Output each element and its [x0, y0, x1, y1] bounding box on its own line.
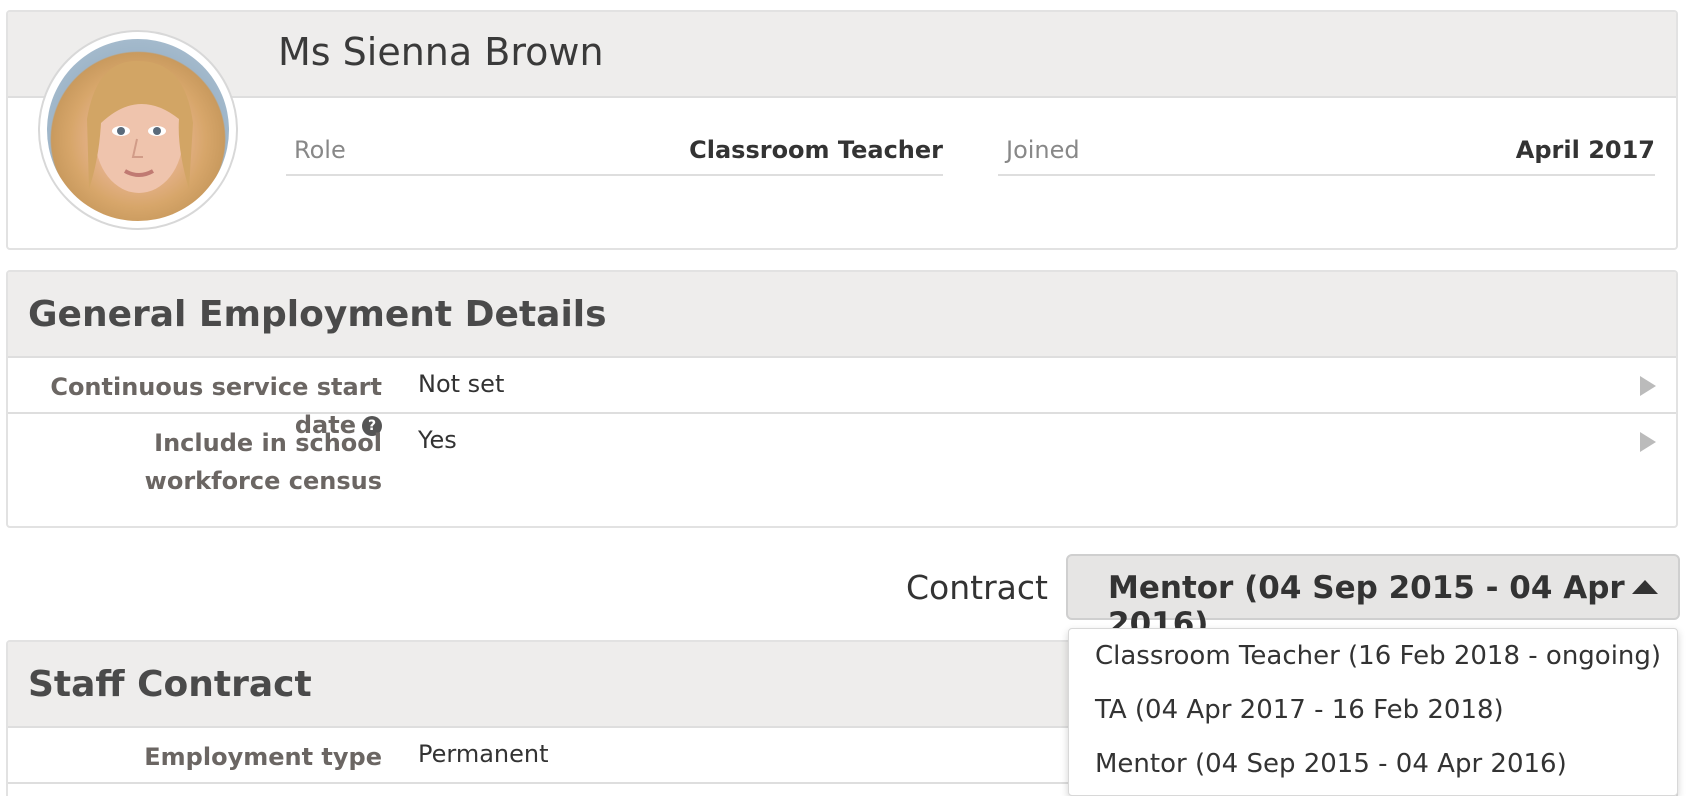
contract-option[interactable]: Classroom Teacher (16 Feb 2018 - ongoing…	[1095, 641, 1661, 671]
contract-label: Contract	[906, 568, 1048, 607]
caret-up-icon	[1632, 580, 1658, 594]
role-value: Classroom Teacher	[689, 136, 943, 164]
joined-value: April 2017	[1515, 136, 1655, 164]
workforce-census-row[interactable]: Include in school workforce census Yes	[8, 414, 1676, 526]
role-field: Role Classroom Teacher	[286, 124, 943, 176]
avatar	[38, 30, 238, 230]
joined-label: Joined	[1006, 136, 1080, 164]
profile-header	[8, 12, 1676, 98]
employment-title: General Employment Details	[28, 294, 607, 335]
continuous-service-row[interactable]: Continuous service start date? Not set	[8, 358, 1676, 439]
face-illustration	[87, 60, 193, 193]
staff-contract-title: Staff Contract	[28, 664, 312, 705]
contract-dropdown-button[interactable]: Mentor (04 Sep 2015 - 04 Apr 2016)	[1066, 554, 1680, 642]
role-label: Role	[294, 136, 346, 164]
contract-option[interactable]: Mentor (04 Sep 2015 - 04 Apr 2016)	[1095, 749, 1567, 779]
employment-panel: General Employment Details Continuous se…	[6, 270, 1678, 528]
contract-dropdown-menu: Classroom Teacher (16 Feb 2018 - ongoing…	[1068, 628, 1678, 796]
profile-panel: Ms Sienna Brown Role Classroom Teacher J…	[6, 10, 1678, 250]
avatar-photo	[47, 39, 229, 221]
workforce-census-value: Yes	[418, 426, 457, 454]
employment-type-label: Employment type	[144, 743, 382, 771]
chevron-right-icon[interactable]	[1640, 376, 1656, 396]
employment-type-value: Permanent	[418, 740, 549, 768]
contract-option[interactable]: TA (04 Apr 2017 - 16 Feb 2018)	[1095, 695, 1504, 725]
chevron-right-icon[interactable]	[1640, 432, 1656, 452]
joined-field: Joined April 2017	[998, 124, 1655, 176]
workforce-census-label: Include in school workforce census	[144, 429, 382, 495]
continuous-service-value: Not set	[418, 370, 505, 398]
staff-name: Ms Sienna Brown	[278, 30, 604, 74]
